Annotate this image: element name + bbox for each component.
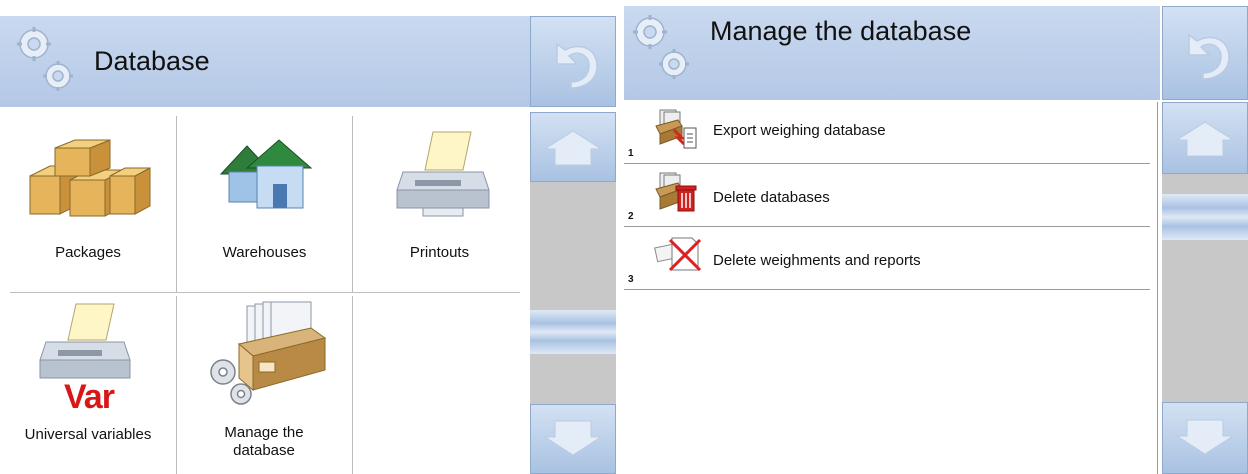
warehouses-item[interactable]: Warehouses (177, 112, 352, 292)
list-item[interactable]: Export weighing database 1 (624, 102, 1150, 164)
header-bar: Database (0, 16, 530, 107)
var-badge: Var (64, 378, 115, 416)
arrow-down-icon (543, 420, 603, 456)
scroll-up-button[interactable] (530, 112, 616, 182)
packages-item[interactable]: Packages (0, 112, 176, 292)
scroll-down-button[interactable] (1162, 402, 1248, 474)
undo-arrow-icon (556, 42, 598, 89)
warehouses-label: Warehouses (222, 244, 307, 261)
manage-database-panel: Manage the database Export weighing data… (624, 0, 1248, 474)
printer-icon (396, 131, 490, 217)
scrollbar-thumb[interactable] (1162, 194, 1248, 240)
undo-arrow-icon (1188, 33, 1230, 80)
scroll-up-button[interactable] (1162, 102, 1248, 174)
printouts-item[interactable]: Printouts (353, 112, 526, 292)
scrollbar-track[interactable] (1162, 174, 1248, 402)
gears-logo-icon (17, 27, 73, 91)
packages-icon (29, 139, 151, 217)
manage-database-label: Manage the database (224, 424, 304, 459)
row-label: Delete databases (713, 189, 830, 206)
page-title: Manage the database (710, 16, 972, 46)
row-label: Delete weighments and reports (713, 252, 921, 269)
manage-database-item[interactable]: Manage the database (177, 296, 352, 474)
row-label: Export weighing database (713, 122, 886, 139)
delete-databases-icon (655, 172, 697, 212)
options-list: Export weighing database 1 Delete databa… (624, 102, 1158, 474)
packages-label: Packages (55, 244, 121, 261)
arrow-down-icon (1175, 419, 1235, 455)
delete-reports-icon (654, 237, 702, 272)
back-button[interactable] (530, 16, 616, 107)
row-number: 2 (628, 211, 634, 222)
list-item[interactable]: Delete weighments and reports 3 (624, 228, 1150, 290)
scrollbar-track[interactable] (530, 182, 616, 404)
scroll-down-button[interactable] (530, 404, 616, 474)
arrow-up-icon (543, 130, 603, 166)
page-title: Database (94, 46, 210, 76)
database-panel: Database Packages Warehouses Printouts V… (0, 0, 620, 474)
scrollbar-thumb[interactable] (530, 310, 616, 354)
printouts-label: Printouts (409, 244, 470, 261)
header-bar: Manage the database (624, 6, 1160, 100)
list-item[interactable]: Delete databases 2 (624, 165, 1150, 227)
row-number: 3 (628, 274, 634, 285)
warehouses-icon (219, 139, 313, 209)
menu-grid: Packages Warehouses Printouts Var Univer… (0, 112, 526, 474)
arrow-up-icon (1175, 121, 1235, 157)
universal-variables-item[interactable]: Var Universal variables (0, 296, 176, 474)
row-number: 1 (628, 148, 634, 159)
gears-logo-icon (633, 15, 689, 79)
back-button[interactable] (1162, 6, 1248, 100)
export-database-icon (655, 109, 697, 149)
universal-variables-label: Universal variables (24, 426, 152, 443)
database-drawer-icon (210, 301, 327, 405)
